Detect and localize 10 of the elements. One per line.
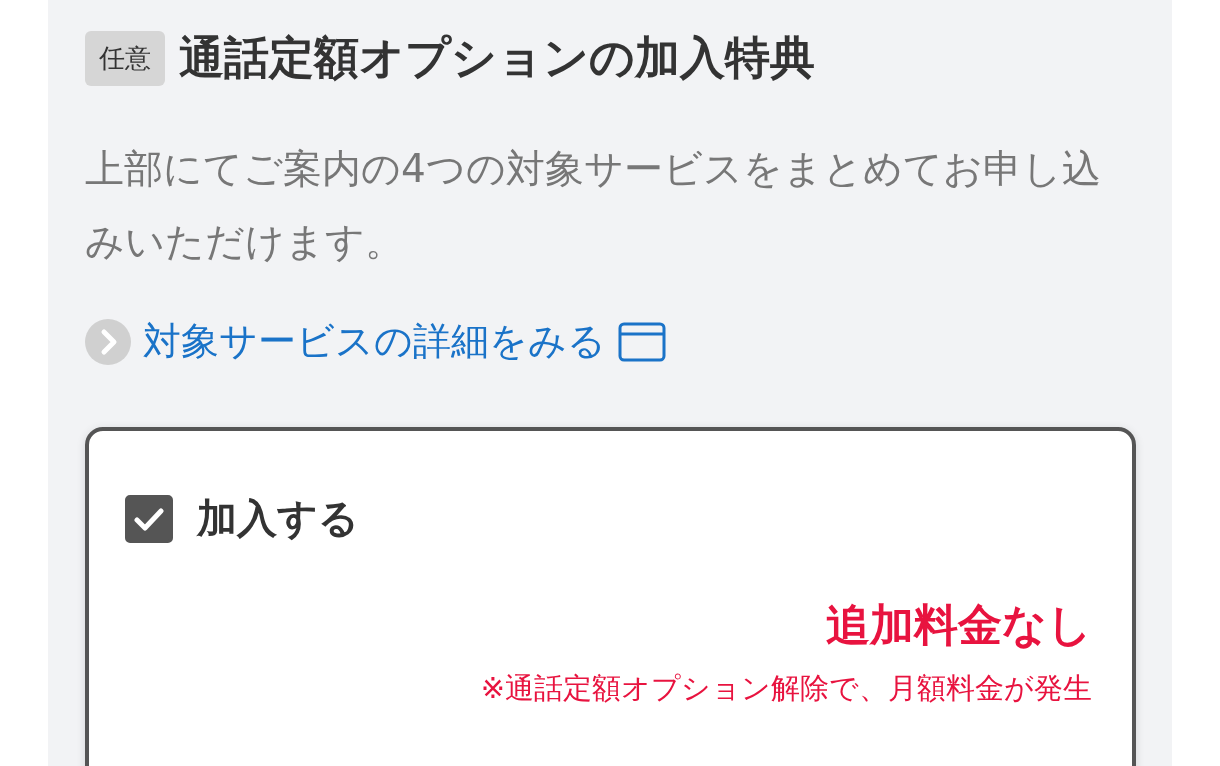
- note-text: ※通話定額オプション解除で、月額料金が発生: [479, 670, 1092, 707]
- section-title: 通話定額オプションの加入特典: [179, 30, 815, 86]
- new-window-icon: [618, 321, 666, 362]
- checkbox-label: 加入する: [197, 494, 359, 543]
- checkbox[interactable]: [125, 494, 173, 543]
- details-link[interactable]: 対象サービスの詳細をみる: [143, 316, 606, 367]
- price-text: 追加料金なし: [825, 598, 1092, 652]
- description-text: 上部にてご案内の4つの対象サービスをまとめてお申し込みいただけます。: [85, 145, 1102, 266]
- chevron-circle-icon: [85, 318, 131, 365]
- optional-tag: 任意: [85, 30, 165, 86]
